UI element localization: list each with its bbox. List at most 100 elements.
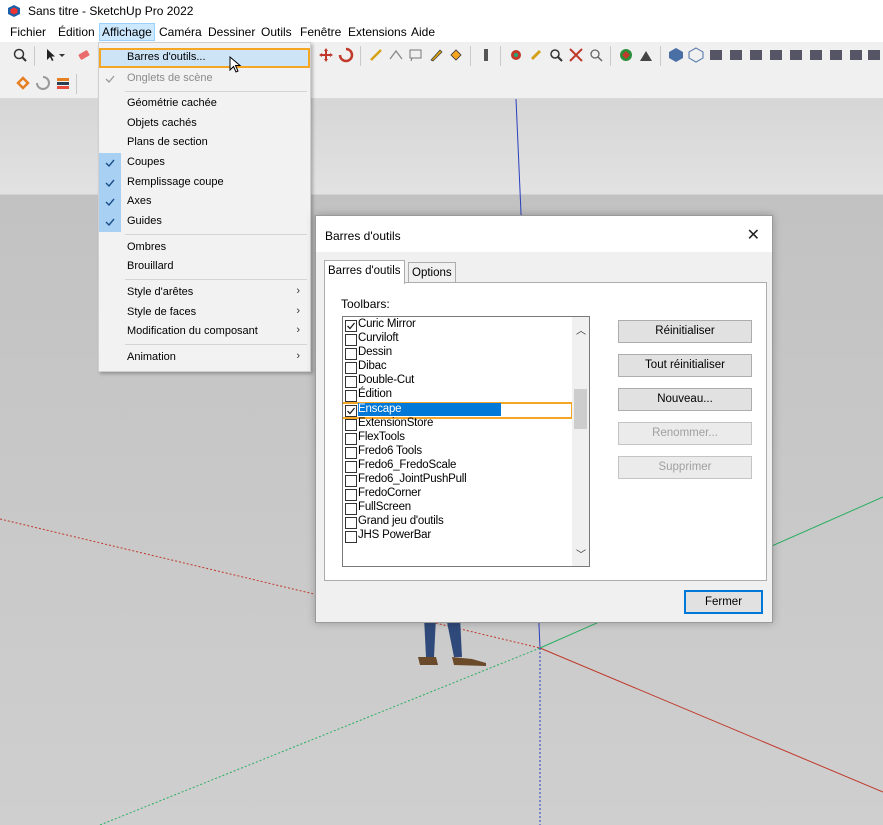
enscape-icon[interactable] <box>15 75 31 91</box>
checkbox[interactable] <box>345 489 357 501</box>
checkbox[interactable] <box>345 376 357 388</box>
list-item[interactable]: Fredo6 Tools <box>343 445 571 459</box>
reset-button[interactable]: Réinitialiser <box>618 320 752 343</box>
list-item[interactable]: FlexTools <box>343 431 571 445</box>
list-item[interactable]: JHS PowerBar <box>343 529 571 543</box>
menu-item-onglets-scene[interactable]: Onglets de scène <box>99 69 310 89</box>
checkbox[interactable] <box>345 320 357 332</box>
checkbox[interactable] <box>345 390 357 402</box>
menu-item-objets-caches[interactable]: Objets cachés <box>99 114 310 134</box>
tape-measure-icon[interactable] <box>368 47 384 63</box>
checkbox[interactable] <box>345 348 357 360</box>
toolbars-list[interactable]: Curic Mirror Curviloft Dessin Dibac Doub… <box>342 316 590 567</box>
checkbox[interactable] <box>345 405 357 417</box>
scroll-up-icon[interactable]: ︿ <box>576 322 586 337</box>
walk-icon[interactable] <box>478 47 494 63</box>
checkbox[interactable] <box>345 433 357 445</box>
rename-button[interactable]: Renommer... <box>618 422 752 445</box>
list-item[interactable]: Dibac <box>343 360 571 374</box>
close-icon[interactable]: ✕ <box>747 225 760 245</box>
zoom-extents-icon[interactable] <box>568 47 584 63</box>
style-textured-icon[interactable] <box>866 47 882 63</box>
menu-item-ombres[interactable]: Ombres <box>99 238 310 258</box>
checkbox[interactable] <box>345 419 357 431</box>
checkbox[interactable] <box>345 475 357 487</box>
enscape-sync-icon[interactable] <box>35 75 51 91</box>
menu-item-style-faces[interactable]: Style de faces › <box>99 303 310 323</box>
view-top-icon[interactable] <box>688 47 704 63</box>
checkbox[interactable] <box>345 517 357 529</box>
pencil-icon[interactable] <box>428 47 444 63</box>
scrollbar-thumb[interactable] <box>574 389 587 429</box>
tab-barres-outils[interactable]: Barres d'outils <box>324 260 405 284</box>
zoom-icon[interactable] <box>12 47 28 63</box>
new-button[interactable]: Nouveau... <box>618 388 752 411</box>
list-item[interactable]: FredoCorner <box>343 487 571 501</box>
menu-item-brouillard[interactable]: Brouillard <box>99 257 310 277</box>
move-icon[interactable] <box>318 47 334 63</box>
close-button[interactable]: Fermer <box>684 590 763 614</box>
menu-affichage[interactable]: Affichage <box>99 23 155 41</box>
scroll-down-icon[interactable]: ﹀ <box>576 546 586 561</box>
menu-item-style-aretes[interactable]: Style d'arêtes › <box>99 283 310 303</box>
menu-item-geometrie-cachee[interactable]: Géométrie cachée <box>99 94 310 114</box>
dropdown-arrow-icon[interactable] <box>58 47 66 63</box>
menu-aide[interactable]: Aide <box>409 24 437 40</box>
list-item[interactable]: Édition <box>343 388 571 402</box>
list-item[interactable]: Curic Mirror <box>343 318 571 332</box>
menu-dessiner[interactable]: Dessiner <box>206 24 257 40</box>
list-item[interactable]: FullScreen <box>343 501 571 515</box>
checkbox[interactable] <box>345 334 357 346</box>
checkbox[interactable] <box>345 503 357 515</box>
menu-outils[interactable]: Outils <box>259 24 294 40</box>
checkbox[interactable] <box>345 362 357 374</box>
eraser-icon[interactable] <box>76 47 92 63</box>
list-item[interactable]: Dessin <box>343 346 571 360</box>
list-item[interactable]: Double-Cut <box>343 374 571 388</box>
list-item[interactable]: Fredo6_FredoScale <box>343 459 571 473</box>
menu-edition[interactable]: Édition <box>56 24 97 40</box>
orbit-icon[interactable] <box>508 47 524 63</box>
select-arrow-icon[interactable] <box>42 47 58 63</box>
view-left-icon[interactable] <box>768 47 784 63</box>
menu-item-plans-section[interactable]: Plans de section <box>99 133 310 153</box>
list-item[interactable]: Grand jeu d'outils <box>343 515 571 529</box>
menu-camera[interactable]: Caméra <box>157 24 204 40</box>
view-front-icon[interactable] <box>708 47 724 63</box>
pan-icon[interactable] <box>528 47 544 63</box>
menu-item-guides[interactable]: Guides <box>99 212 310 232</box>
view-bottom-icon[interactable] <box>788 47 804 63</box>
menu-fenetre[interactable]: Fenêtre <box>298 24 343 40</box>
warehouse-icon[interactable] <box>618 47 634 63</box>
list-scrollbar[interactable]: ︿ ﹀ <box>572 317 589 566</box>
checkbox[interactable] <box>345 447 357 459</box>
tab-options[interactable]: Options <box>408 262 456 283</box>
checkbox[interactable] <box>345 531 357 543</box>
menu-item-axes[interactable]: Axes <box>99 192 310 212</box>
menu-item-remplissage-coupe[interactable]: Remplissage coupe <box>99 173 310 193</box>
reset-all-button[interactable]: Tout réinitialiser <box>618 354 752 377</box>
view-back-icon[interactable] <box>748 47 764 63</box>
dimension-icon[interactable] <box>388 47 404 63</box>
view-right-icon[interactable] <box>728 47 744 63</box>
paint-bucket-icon[interactable] <box>448 47 464 63</box>
menu-item-coupes[interactable]: Coupes <box>99 153 310 173</box>
menu-extensions[interactable]: Extensions <box>346 24 409 40</box>
list-item[interactable]: Curviloft <box>343 332 571 346</box>
style-wireframe-icon[interactable] <box>808 47 824 63</box>
list-item-selected[interactable]: Enscape <box>343 402 573 419</box>
menu-item-animation[interactable]: Animation › <box>99 348 310 368</box>
style-hidden-icon[interactable] <box>828 47 844 63</box>
enscape-settings-icon[interactable] <box>55 75 71 91</box>
extension-icon[interactable] <box>638 47 654 63</box>
view-iso-icon[interactable] <box>668 47 684 63</box>
delete-button[interactable]: Supprimer <box>618 456 752 479</box>
text-icon[interactable] <box>408 47 424 63</box>
menu-item-barres-outils[interactable]: Barres d'outils... <box>99 48 310 73</box>
style-shaded-icon[interactable] <box>848 47 864 63</box>
list-item[interactable]: ExtensionStore <box>343 417 571 431</box>
list-item[interactable]: Fredo6_JointPushPull <box>343 473 571 487</box>
checkbox[interactable] <box>345 461 357 473</box>
rotate-icon[interactable] <box>338 47 354 63</box>
zoom-window-icon[interactable] <box>588 47 604 63</box>
